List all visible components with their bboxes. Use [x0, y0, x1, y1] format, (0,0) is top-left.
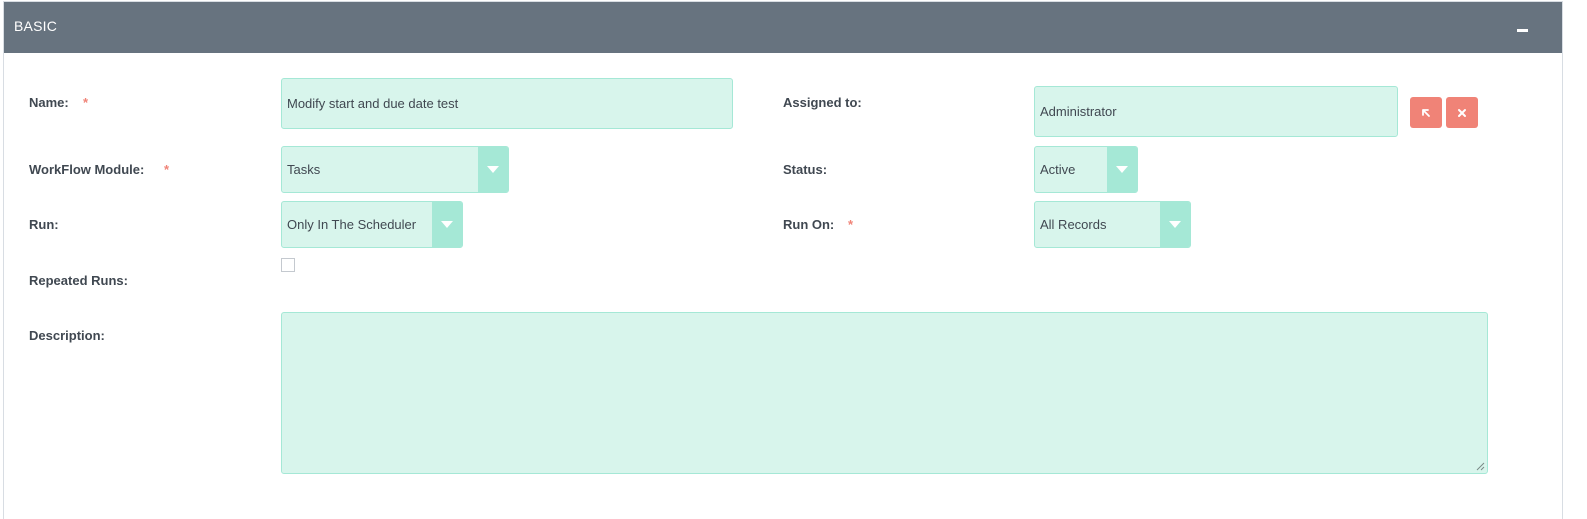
status-select[interactable]: Active	[1034, 146, 1138, 193]
panel-header[interactable]: BASIC	[4, 2, 1562, 53]
status-label: Status:	[783, 162, 828, 177]
resize-grip-icon[interactable]	[1476, 462, 1485, 471]
repeated-runs-checkbox[interactable]	[281, 258, 295, 272]
workflow-module-select[interactable]: Tasks	[281, 146, 509, 193]
run-label: Run:	[29, 217, 59, 232]
workflow-module-value: Tasks	[287, 162, 321, 177]
assigned-to-input[interactable]: Administrator	[1034, 86, 1398, 137]
chevron-down-icon	[478, 147, 508, 192]
name-label: Name:	[29, 95, 69, 110]
run-value: Only In The Scheduler	[287, 217, 417, 232]
chevron-down-icon	[1107, 147, 1137, 192]
clear-user-button[interactable]	[1446, 97, 1478, 128]
name-input[interactable]: Modify start and due date test	[281, 78, 733, 129]
status-value: Active	[1040, 162, 1076, 177]
run-on-select[interactable]: All Records	[1034, 201, 1191, 248]
description-label: Description:	[29, 328, 105, 343]
run-on-value: All Records	[1040, 217, 1107, 232]
panel-title: BASIC	[14, 18, 58, 34]
run-on-label: Run On:	[783, 217, 835, 232]
clear-x-icon	[1458, 108, 1466, 117]
workflow-module-required-mark: *	[164, 162, 170, 177]
chevron-down-icon	[432, 202, 462, 247]
run-on-required-mark: *	[848, 217, 854, 232]
repeated-runs-label: Repeated Runs:	[29, 273, 128, 288]
arrow-select-icon	[1422, 108, 1430, 117]
run-select[interactable]: Only In The Scheduler	[281, 201, 463, 248]
name-required-mark: *	[83, 95, 89, 110]
collapse-minus-icon[interactable]	[1517, 29, 1528, 32]
workflow-module-label: WorkFlow Module:	[29, 162, 145, 177]
select-user-button[interactable]	[1410, 97, 1442, 128]
chevron-down-icon	[1160, 202, 1190, 247]
assigned-to-label: Assigned to:	[783, 95, 862, 110]
description-textarea[interactable]	[281, 312, 1488, 474]
